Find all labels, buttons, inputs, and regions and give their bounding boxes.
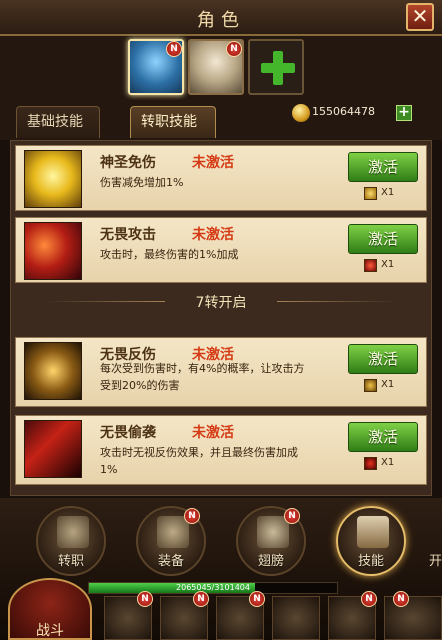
skill-card: 无畏反伤 未激活 每次受到伤害时，有4%的概率，让攻击方受到20%的伤害 激活 …: [15, 337, 427, 407]
window-title: 角色: [197, 10, 245, 31]
activate-button[interactable]: 激活: [348, 344, 418, 374]
nav-class-change[interactable]: 转职: [36, 506, 106, 576]
new-badge: N: [166, 41, 182, 57]
new-badge: N: [393, 591, 409, 607]
cost-display: X1: [364, 456, 408, 472]
activate-group: 激活 X1: [348, 152, 418, 204]
new-badge: N: [193, 591, 209, 607]
cost-amount: X1: [381, 259, 395, 270]
hp-text: 2065045/3101404: [176, 583, 250, 592]
new-badge: N: [284, 508, 300, 524]
class-change-icon: [57, 516, 89, 548]
hero-strip: N N: [0, 36, 442, 100]
fearless-reflect-skill-icon: [24, 342, 82, 400]
bottom-slot-2[interactable]: N: [160, 591, 209, 640]
cost-amount: X1: [381, 187, 395, 198]
fearless-ambush-skill-icon: [24, 420, 82, 478]
hp-bar: 2065045/3101404: [88, 582, 338, 594]
bottom-slot-6[interactable]: N: [384, 591, 442, 640]
nav-wings[interactable]: 翅膀 N: [236, 506, 306, 576]
skill-book-icon: [357, 516, 389, 548]
skill-name: 无畏攻击: [100, 227, 156, 243]
gold-amount: 155064478: [312, 105, 375, 118]
title-bar: 角色 ✕: [0, 0, 442, 36]
activate-group: 激活 X1: [348, 422, 418, 474]
equipment-icon: [157, 516, 189, 548]
activate-button[interactable]: 激活: [348, 224, 418, 254]
add-hero-button[interactable]: [248, 39, 304, 95]
wings-icon: [257, 516, 289, 548]
battle-button[interactable]: 战斗: [8, 578, 92, 640]
skill-description: 伤害减免增加1%: [100, 176, 184, 189]
bottom-slot-4[interactable]: [272, 596, 320, 640]
cost-display: X1: [364, 186, 408, 202]
nav-label: 技能: [357, 554, 384, 569]
skill-description: 攻击时无视反伤效果，并且最终伤害加成1%: [100, 446, 298, 476]
shield-token-icon: [364, 187, 377, 200]
tab-basic-skills[interactable]: 基础技能: [16, 106, 100, 138]
hero-portrait-2[interactable]: N: [188, 39, 244, 95]
new-badge: N: [361, 591, 377, 607]
gold-coin-icon: [292, 104, 310, 122]
skill-state: 未激活: [192, 155, 234, 171]
activate-button[interactable]: 激活: [348, 152, 418, 182]
holy-shield-skill-icon: [24, 150, 82, 208]
close-button[interactable]: ✕: [406, 3, 434, 31]
axe-token-icon: [364, 259, 377, 272]
cost-amount: X1: [381, 379, 395, 390]
tier-divider: 7转开启: [15, 287, 427, 317]
fearless-attack-skill-icon: [24, 222, 82, 280]
cost-display: X1: [364, 378, 408, 394]
new-badge: N: [226, 41, 242, 57]
battle-label: 战斗: [36, 623, 64, 639]
new-badge: N: [137, 591, 153, 607]
skill-state: 未激活: [192, 227, 234, 243]
nav-label: 转职: [57, 554, 84, 569]
skill-card: 神圣免伤 未激活 伤害减免增加1% 激活 X1: [15, 145, 427, 211]
tab-class-skills[interactable]: 转职技能: [130, 106, 216, 138]
skill-name: 神圣免伤: [100, 155, 156, 171]
cost-amount: X1: [381, 457, 395, 468]
nav-equipment[interactable]: 装备 N: [136, 506, 206, 576]
gold-display: 155064478 +: [292, 104, 412, 122]
add-gold-button[interactable]: +: [396, 105, 412, 121]
new-badge: N: [249, 591, 265, 607]
cost-display: X1: [364, 258, 408, 274]
nav-label: 翅膀: [257, 554, 284, 569]
claw-token-icon: [364, 457, 377, 470]
new-badge: N: [184, 508, 200, 524]
activate-group: 激活 X1: [348, 344, 418, 396]
edge-label: 开: [428, 554, 442, 569]
activate-group: 激活 X1: [348, 224, 418, 276]
skill-state: 未激活: [192, 425, 234, 441]
activate-button[interactable]: 激活: [348, 422, 418, 452]
hero-portrait-1[interactable]: N: [128, 39, 184, 95]
skill-card: 无畏攻击 未激活 攻击时，最终伤害的1%加成 激活 X1: [15, 217, 427, 283]
nav-skills[interactable]: 技能: [336, 506, 406, 576]
nav-label: 装备: [157, 554, 184, 569]
gear-token-icon: [364, 379, 377, 392]
skill-description: 每次受到伤害时，有4%的概率，让攻击方受到20%的伤害: [100, 362, 305, 392]
bottom-slot-5[interactable]: N: [328, 591, 377, 640]
skill-name: 无畏偷袭: [100, 425, 156, 441]
skill-panel: 神圣免伤 未激活 伤害减免增加1% 激活 X1 无畏攻击 未激活 攻击时，最终伤…: [10, 140, 432, 496]
tier-divider-label: 7转开启: [195, 295, 247, 311]
skill-card: 无畏偷袭 未激活 攻击时无视反伤效果，并且最终伤害加成1% 激活 X1: [15, 415, 427, 485]
bottom-slot-3[interactable]: N: [216, 591, 265, 640]
skill-description: 攻击时，最终伤害的1%加成: [100, 248, 239, 261]
bottom-slot-1[interactable]: N: [104, 591, 153, 640]
